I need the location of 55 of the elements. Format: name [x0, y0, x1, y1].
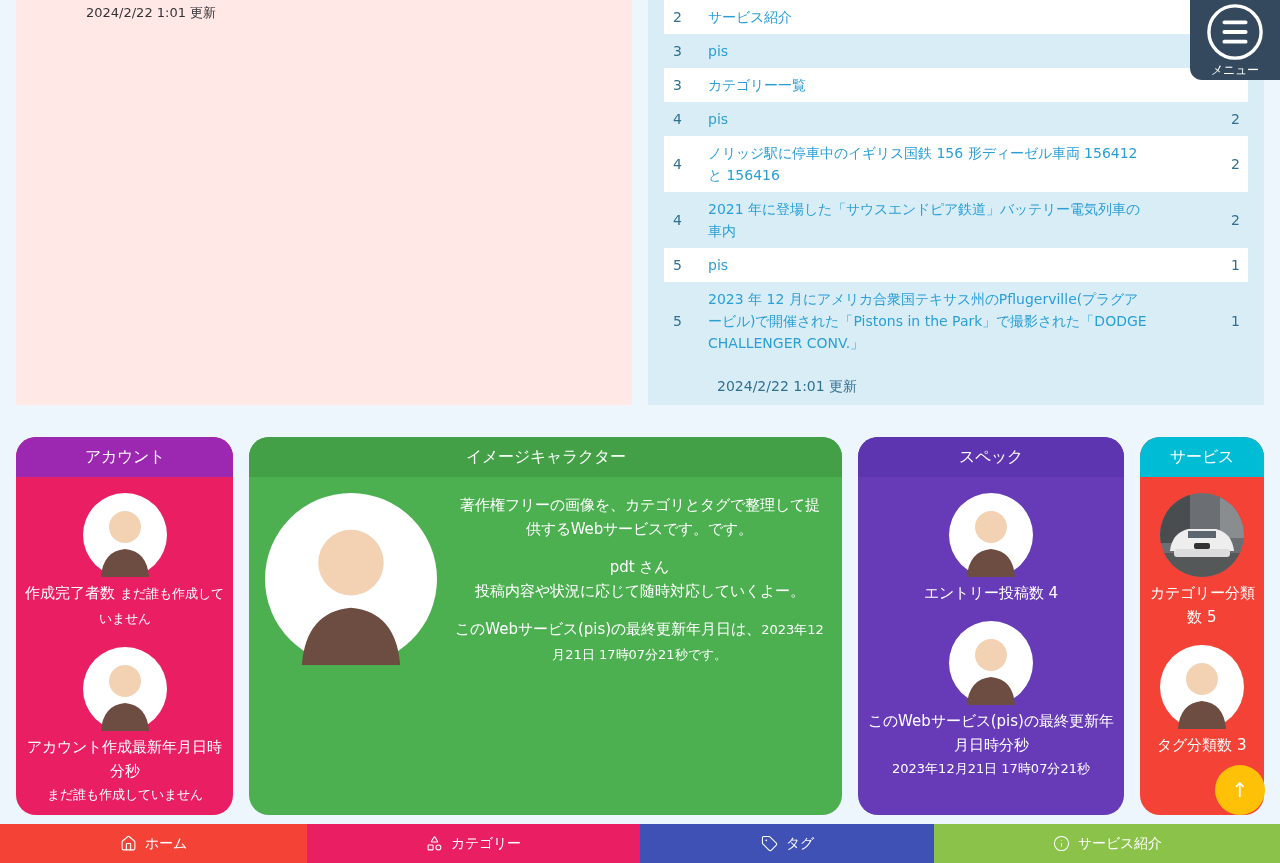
shapes-icon [426, 835, 443, 852]
nav-tab[interactable]: ホーム [0, 824, 307, 863]
intro-text: 投稿内容や状況に応じて随時対応していくよー。 [474, 581, 805, 602]
stat-label: アカウント作成最新年月日時分秒 [26, 737, 223, 782]
stat-text: 作成完了者数 まだ誰も作成していません [24, 583, 225, 628]
count-text: 2 [1231, 109, 1241, 129]
nav-tab[interactable]: カテゴリー [307, 824, 640, 863]
card-title: サービス [1170, 446, 1234, 468]
updated-text: 2024/2/22 1:01 更新 [716, 377, 859, 396]
entry-link[interactable]: ノリッジ駅に停車中のイギリス国鉄 156 形ディーゼル車両 156412 と 156416 [708, 142, 1148, 186]
stat-text: エントリー投稿数 4 [923, 583, 1059, 604]
rank-number: 4 [672, 210, 683, 230]
entry-link[interactable]: カテゴリー一覧 [708, 74, 1148, 96]
intro-text: 著作権フリーの画像を、カテゴリとタグで整理して提供するWebサービスです。です。 [458, 495, 821, 540]
nav-tab[interactable]: タグ [640, 824, 934, 863]
entry-link[interactable]: 2023 年 12 月にアメリカ合衆国テキサス州のPflugerville(プラグアービル)で開催された「Pistons in the Park」で撮影された「DODGE CHALLENGER CONV.」 [708, 288, 1148, 354]
count-text: 2 [1231, 210, 1241, 230]
card-title: イメージキャラクター [465, 446, 626, 468]
rank-number: 5 [672, 311, 683, 331]
rank-number: 3 [672, 41, 683, 61]
avatar-icon [265, 493, 437, 665]
rank-number: 5 [672, 255, 683, 275]
intro-text: このWebサービス(pis)の最終更新年月日は、2023年12月21日 17時07分21秒です。 [454, 619, 825, 664]
count-text: 2 [1231, 154, 1241, 174]
rank-number: 4 [672, 109, 683, 129]
count-text: 1 [1231, 311, 1241, 331]
menu-button[interactable]: メニュー [1190, 0, 1280, 80]
entry-link[interactable]: pis [708, 254, 1148, 276]
nav-tab[interactable]: サービス紹介 [934, 824, 1280, 863]
stat-text: タグ分類数 3 [1157, 735, 1247, 756]
card-title: アカウント [84, 446, 165, 468]
entry-link[interactable]: pis [708, 108, 1148, 130]
avatar-icon [949, 493, 1033, 577]
avatar-icon [949, 621, 1033, 705]
avatar-icon [82, 647, 167, 731]
stat-text: カテゴリー分類数 5 [1148, 583, 1256, 628]
updated-text: 2024/2/22 1:01 更新 [86, 5, 217, 20]
stat-label: このWebサービス(pis)の最終更新年月日時分秒 [867, 711, 1115, 756]
rank-number: 4 [672, 154, 683, 174]
tag-icon [760, 835, 778, 852]
card-title: スペック [959, 446, 1023, 468]
menu-icon [1206, 3, 1264, 61]
rank-number: 3 [672, 75, 683, 95]
rank-number: 2 [672, 7, 683, 27]
stat-value: 2023年12月21日 17時07分21秒 [892, 760, 1090, 778]
avatar-icon [1160, 645, 1244, 729]
count-text: 1 [1231, 255, 1241, 275]
entry-link[interactable]: 2021 年に登場した「サウスエンドピア鉄道」バッテリー電気列車の車内 [708, 198, 1148, 242]
home-icon [120, 835, 137, 852]
intro-text: pdt さん [609, 557, 670, 578]
stat-value: まだ誰も作成していません [46, 786, 203, 804]
avatar-icon [82, 493, 167, 577]
info-icon [1052, 835, 1070, 852]
entry-link[interactable]: サービス紹介 [708, 6, 1148, 28]
entry-link[interactable]: pis [708, 40, 1148, 62]
